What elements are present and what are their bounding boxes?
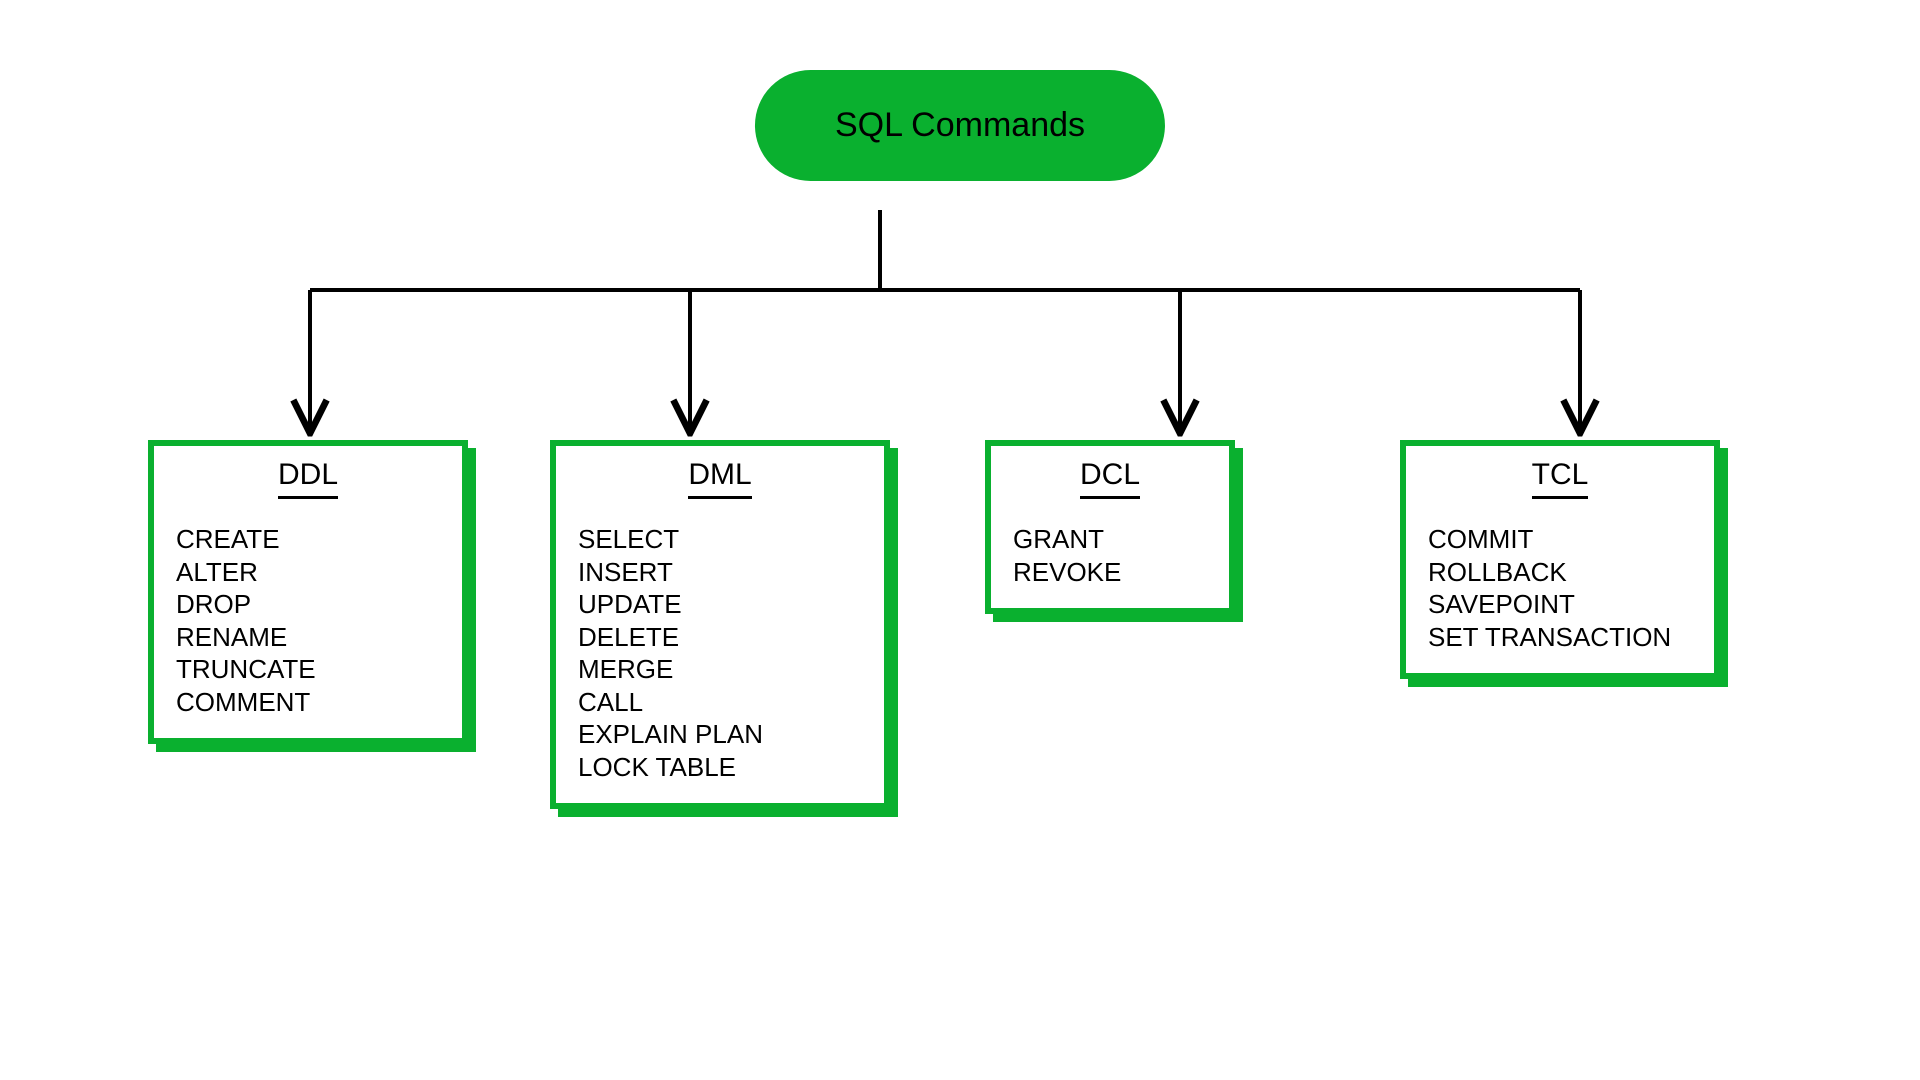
category-box-ddl: DDL CREATE ALTER DROP RENAME TRUNCATE CO… [148,440,468,744]
item: SET TRANSACTION [1428,621,1692,654]
item: TRUNCATE [176,653,440,686]
category-items: COMMIT ROLLBACK SAVEPOINT SET TRANSACTIO… [1428,523,1692,653]
item: UPDATE [578,588,862,621]
item: EXPLAIN PLAN [578,718,862,751]
item: COMMENT [176,686,440,719]
item: ALTER [176,556,440,589]
item: REVOKE [1013,556,1207,589]
item: SELECT [578,523,862,556]
item: INSERT [578,556,862,589]
item: ROLLBACK [1428,556,1692,589]
item: COMMIT [1428,523,1692,556]
category-items: CREATE ALTER DROP RENAME TRUNCATE COMMEN… [176,523,440,718]
category-box-dml: DML SELECT INSERT UPDATE DELETE MERGE CA… [550,440,890,809]
item: CALL [578,686,862,719]
item: DELETE [578,621,862,654]
category-title: DDL [278,458,338,499]
item: CREATE [176,523,440,556]
category-box-dcl: DCL GRANT REVOKE [985,440,1235,614]
root-node: SQL Commands [755,70,1165,181]
category-title: DCL [1080,458,1140,499]
item: MERGE [578,653,862,686]
item: GRANT [1013,523,1207,556]
item: RENAME [176,621,440,654]
item: SAVEPOINT [1428,588,1692,621]
item: LOCK TABLE [578,751,862,784]
item: DROP [176,588,440,621]
category-box-tcl: TCL COMMIT ROLLBACK SAVEPOINT SET TRANSA… [1400,440,1720,679]
category-items: SELECT INSERT UPDATE DELETE MERGE CALL E… [578,523,862,783]
category-title: TCL [1532,458,1589,499]
diagram-canvas: SQL Commands DDL CREATE ALTER DROP RENAM… [0,0,1920,1080]
category-title: DML [688,458,751,499]
category-items: GRANT REVOKE [1013,523,1207,588]
